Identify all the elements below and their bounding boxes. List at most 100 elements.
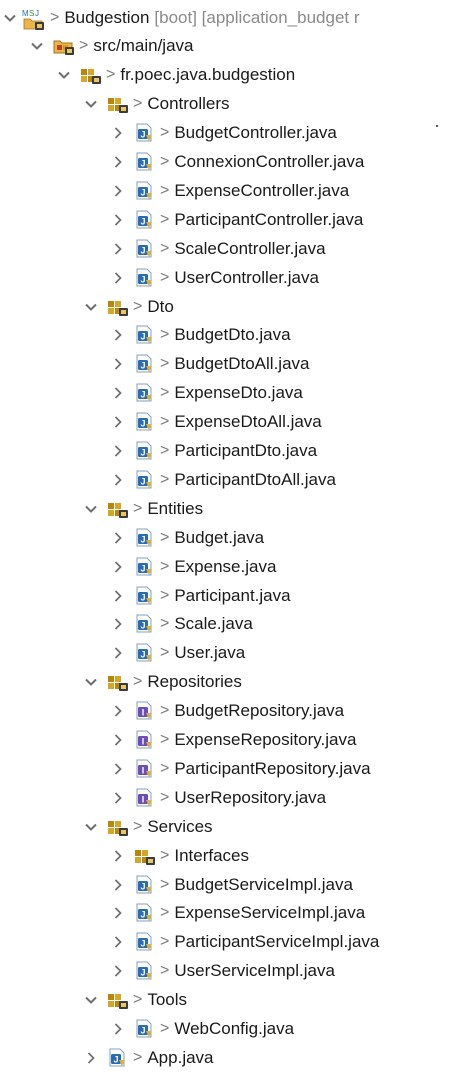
svg-text:J: J <box>140 476 145 486</box>
tree-item-participantdtoall-java[interactable]: J > ParticipantDtoAll.java <box>0 465 459 494</box>
chevron-right-icon[interactable] <box>110 588 126 604</box>
chevron-right-icon[interactable] <box>110 1021 126 1037</box>
svg-text:I: I <box>142 708 145 718</box>
java-class-icon: J <box>134 643 156 663</box>
java-class-icon: J <box>134 586 156 606</box>
svg-text:I: I <box>142 737 145 747</box>
chevron-right-icon[interactable] <box>110 270 126 286</box>
tree-item-expenseserviceimpl-java[interactable]: J > ExpenseServiceImpl.java <box>0 899 459 928</box>
tree-item-participant-java[interactable]: J > Participant.java <box>0 581 459 610</box>
tree-item-tools[interactable]: > Tools <box>0 986 459 1015</box>
chevron-down-icon[interactable] <box>83 96 99 112</box>
chevron-down-icon[interactable] <box>83 501 99 517</box>
tree-item-fr-poec-java-budgestion[interactable]: > fr.poec.java.budgestion <box>0 61 459 90</box>
tree-item-src-main-java[interactable]: > src/main/java <box>0 32 459 61</box>
tree-item-scale-java[interactable]: J > Scale.java <box>0 610 459 639</box>
tree-item-entities[interactable]: > Entities <box>0 494 459 523</box>
chevron-right-icon[interactable] <box>110 761 126 777</box>
chevron-right-icon[interactable] <box>110 183 126 199</box>
tree-item-controllers[interactable]: > Controllers <box>0 90 459 119</box>
tree-item-userserviceimpl-java[interactable]: J > UserServiceImpl.java <box>0 957 459 986</box>
tree-item-budget-java[interactable]: J > Budget.java <box>0 523 459 552</box>
decorator-prefix: > <box>106 66 116 84</box>
tree-item-app-java[interactable]: J > App.java <box>0 1043 459 1072</box>
chevron-right-icon[interactable] <box>110 703 126 719</box>
chevron-right-icon[interactable] <box>110 848 126 864</box>
tree-item-label: Expense.java <box>174 556 277 576</box>
java-class-icon: J <box>134 325 156 345</box>
tree-item-budgetdto-java[interactable]: J > BudgetDto.java <box>0 321 459 350</box>
tree-item-participantdto-java[interactable]: J > ParticipantDto.java <box>0 437 459 466</box>
chevron-right-icon[interactable] <box>110 327 126 343</box>
tree-item-label: ExpenseDtoAll.java <box>174 412 322 432</box>
tree-item-connexioncontroller-java[interactable]: J > ConnexionController.java <box>0 148 459 177</box>
tree-item-dto[interactable]: > Dto <box>0 292 459 321</box>
chevron-right-icon[interactable] <box>110 241 126 257</box>
tree-item-label: UserRepository.java <box>174 787 327 807</box>
chevron-right-icon[interactable] <box>83 1050 99 1066</box>
tree-item-label: Tools <box>147 990 188 1010</box>
decorator-prefix: > <box>160 442 170 459</box>
tree-item-expenserepository-java[interactable]: I > ExpenseRepository.java <box>0 726 459 755</box>
chevron-right-icon[interactable] <box>110 877 126 893</box>
chevron-right-icon[interactable] <box>110 790 126 806</box>
tree-item-user-java[interactable]: J > User.java <box>0 639 459 668</box>
tree-item-expensedto-java[interactable]: J > ExpenseDto.java <box>0 379 459 408</box>
chevron-right-icon[interactable] <box>110 963 126 979</box>
chevron-right-icon[interactable] <box>110 530 126 546</box>
chevron-down-icon[interactable] <box>2 10 18 26</box>
chevron-right-icon[interactable] <box>110 616 126 632</box>
tree-item-interfaces[interactable]: > Interfaces <box>0 841 459 870</box>
chevron-right-icon[interactable] <box>110 472 126 488</box>
tree-item-expensecontroller-java[interactable]: J > ExpenseController.java <box>0 176 459 205</box>
svg-text:J: J <box>140 216 145 226</box>
tree-item-webconfig-java[interactable]: J > WebConfig.java <box>0 1015 459 1044</box>
chevron-right-icon[interactable] <box>110 414 126 430</box>
chevron-right-icon[interactable] <box>110 356 126 372</box>
tree-item-participantcontroller-java[interactable]: J > ParticipantController.java <box>0 205 459 234</box>
java-class-icon: J <box>134 961 156 981</box>
java-class-icon: J <box>134 354 156 374</box>
chevron-right-icon[interactable] <box>110 443 126 459</box>
tree-item-budgetserviceimpl-java[interactable]: J > BudgetServiceImpl.java <box>0 870 459 899</box>
tree-item-usercontroller-java[interactable]: J > UserController.java <box>0 263 459 292</box>
chevron-down-icon[interactable] <box>56 67 72 83</box>
tree-item-label: UserController.java <box>174 267 319 287</box>
chevron-down-icon[interactable] <box>83 819 99 835</box>
chevron-right-icon[interactable] <box>110 154 126 170</box>
chevron-down-icon[interactable] <box>83 992 99 1008</box>
tree-item-participantserviceimpl-java[interactable]: J > ParticipantServiceImpl.java <box>0 928 459 957</box>
tree-item-services[interactable]: > Services <box>0 812 459 841</box>
chevron-right-icon[interactable] <box>110 212 126 228</box>
tree-item-userrepository-java[interactable]: I > UserRepository.java <box>0 783 459 812</box>
tree-item-budgetdtoall-java[interactable]: J > BudgetDtoAll.java <box>0 350 459 379</box>
tree-item-budgetrepository-java[interactable]: I > BudgetRepository.java <box>0 697 459 726</box>
tree-item-repositories[interactable]: > Repositories <box>0 668 459 697</box>
tree-item-expense-java[interactable]: J > Expense.java <box>0 552 459 581</box>
java-class-icon: J <box>134 268 156 288</box>
chevron-right-icon[interactable] <box>110 732 126 748</box>
chevron-down-icon[interactable] <box>83 674 99 690</box>
svg-text:J: J <box>140 390 145 400</box>
tree-item-budgestion[interactable]: M S J > Budgestion [boot] [application_bud… <box>0 3 459 32</box>
tree-item-budgetcontroller-java[interactable]: J > BudgetController.java <box>0 119 459 148</box>
decorator-prefix: > <box>160 124 170 142</box>
decorator-prefix: > <box>79 37 89 55</box>
tree-item-expensedtoall-java[interactable]: J > ExpenseDtoAll.java <box>0 408 459 437</box>
tree-item-scalecontroller-java[interactable]: J > ScaleController.java <box>0 234 459 263</box>
tree-item-label: BudgetRepository.java <box>174 701 345 721</box>
tree-item-participantrepository-java[interactable]: I > ParticipantRepository.java <box>0 754 459 783</box>
chevron-right-icon[interactable] <box>110 559 126 575</box>
chevron-right-icon[interactable] <box>110 905 126 921</box>
chevron-right-icon[interactable] <box>110 934 126 950</box>
svg-text:J: J <box>140 534 145 544</box>
package-icon <box>80 65 102 85</box>
tree-item-label: Budget.java <box>174 527 265 547</box>
chevron-right-icon[interactable] <box>110 125 126 141</box>
chevron-right-icon[interactable] <box>110 645 126 661</box>
chevron-down-icon[interactable] <box>29 38 45 54</box>
chevron-down-icon[interactable] <box>83 299 99 315</box>
svg-text:S: S <box>29 9 34 18</box>
chevron-right-icon[interactable] <box>110 385 126 401</box>
tree-item-label: WebConfig.java <box>174 1019 295 1038</box>
